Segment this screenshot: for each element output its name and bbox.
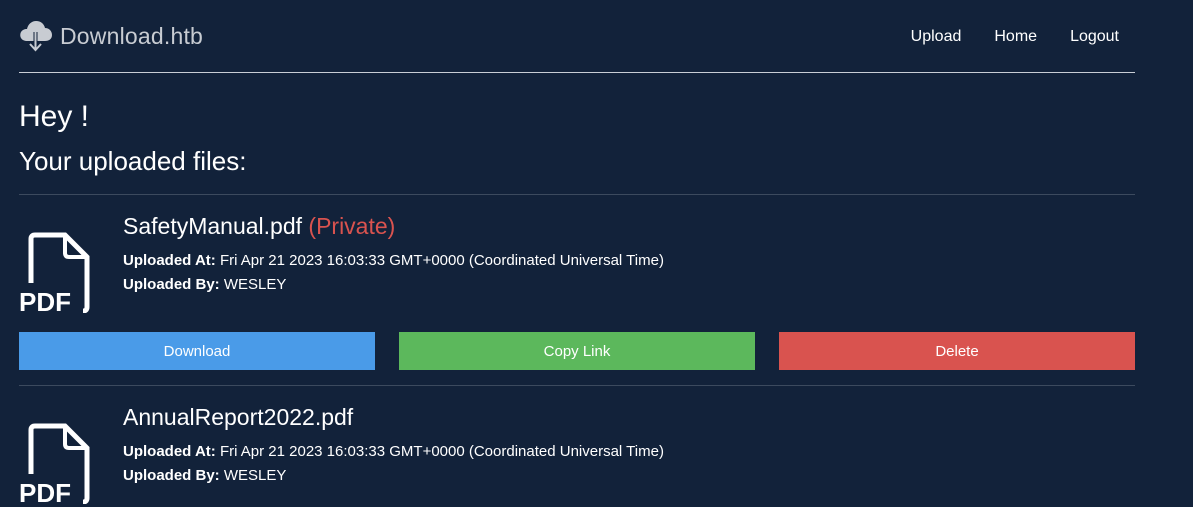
pdf-icon-label: PDF [19, 287, 71, 313]
brand[interactable]: Download.htb [19, 18, 203, 54]
uploaded-by-value: WESLEY [223, 467, 287, 484]
main-nav: Upload Home Logout [878, 27, 1119, 47]
uploaded-at-label: Uploaded At: [123, 252, 216, 269]
uploaded-by-value: WESLEY [223, 276, 287, 293]
file-title: SafetyManual.pdf (Private) [123, 211, 395, 241]
files-heading: Your uploaded files: [19, 146, 247, 176]
file-card: PDF AnnualReport2022.pdf Uploaded At: Fr… [19, 385, 1135, 507]
delete-button[interactable]: Delete [779, 332, 1135, 370]
uploaded-by-label: Uploaded By: [123, 276, 220, 293]
uploaded-at-label: Uploaded At: [123, 443, 216, 460]
greeting-heading: Hey ! [19, 100, 90, 133]
uploaded-at-value: Fri Apr 21 2023 16:03:33 GMT+0000 (Coord… [219, 252, 664, 269]
cloud-download-icon [20, 21, 52, 52]
file-name: SafetyManual.pdf [123, 213, 303, 239]
uploaded-by-label: Uploaded By: [123, 467, 220, 484]
uploaded-at-line: Uploaded At: Fri Apr 21 2023 16:03:33 GM… [123, 251, 664, 271]
brand-name: Download.htb [60, 22, 204, 49]
nav-home-link[interactable]: Home [994, 27, 1037, 47]
nav-upload-link[interactable]: Upload [911, 27, 962, 47]
copy-link-button[interactable]: Copy Link [399, 332, 755, 370]
private-badge: (Private) [308, 213, 396, 239]
nav-logout-link[interactable]: Logout [1070, 27, 1119, 47]
file-name: AnnualReport2022.pdf [123, 404, 354, 430]
download-button[interactable]: Download [19, 332, 375, 370]
uploaded-by-line: Uploaded By: WESLEY [123, 466, 286, 486]
file-card: PDF SafetyManual.pdf (Private) Uploaded … [19, 194, 1135, 385]
pdf-file-icon: PDF [19, 423, 90, 504]
uploaded-at-value: Fri Apr 21 2023 16:03:33 GMT+0000 (Coord… [219, 443, 664, 460]
file-title: AnnualReport2022.pdf [123, 402, 353, 432]
uploaded-by-line: Uploaded By: WESLEY [123, 275, 286, 295]
page: Download.htb Upload Home Logout Hey ! Yo… [0, 0, 1193, 507]
navbar: Download.htb Upload Home Logout [19, 0, 1135, 73]
pdf-icon-label: PDF [19, 478, 71, 504]
pdf-file-icon: PDF [19, 232, 90, 313]
uploaded-at-line: Uploaded At: Fri Apr 21 2023 16:03:33 GM… [123, 442, 664, 462]
